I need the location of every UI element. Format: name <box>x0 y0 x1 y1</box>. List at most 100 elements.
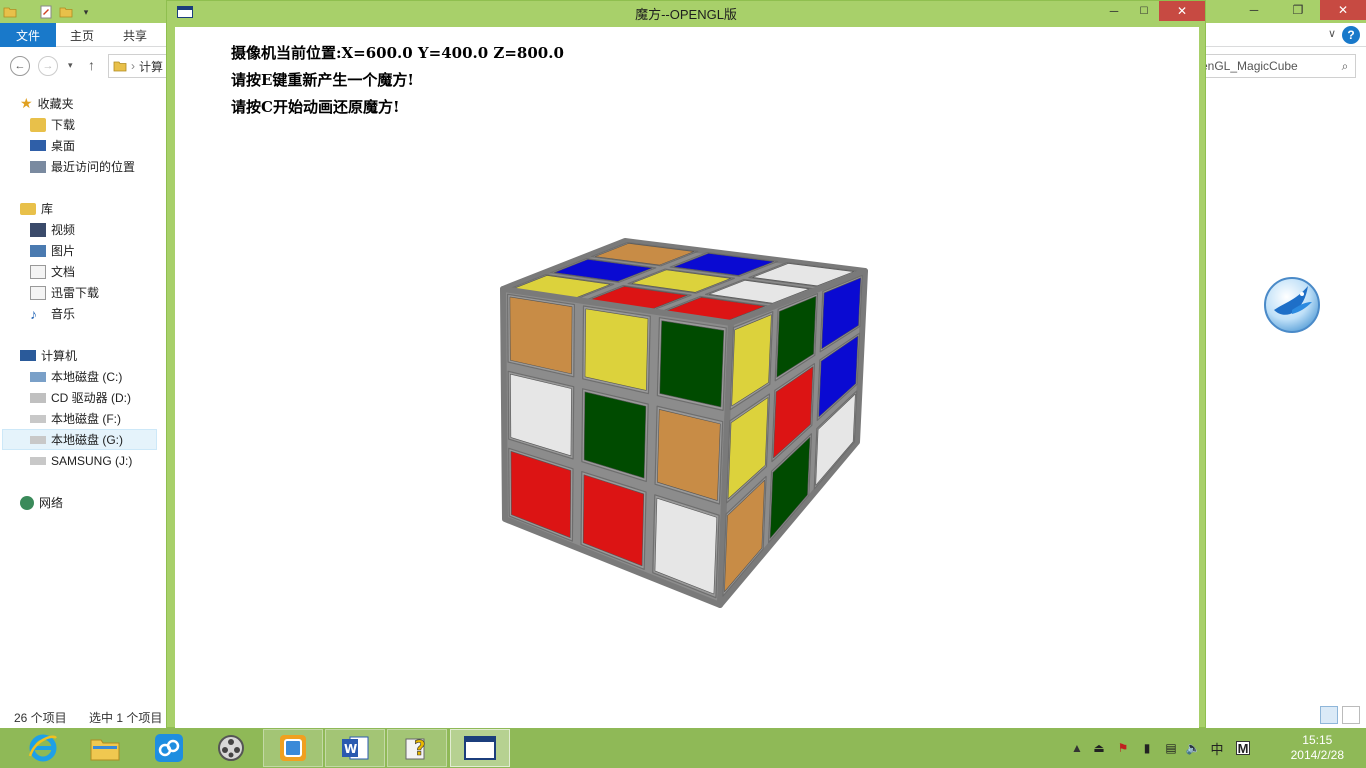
file-explorer-icon[interactable] <box>75 729 135 767</box>
document-icon <box>30 264 46 279</box>
nav-item-pictures[interactable]: 图片 <box>30 240 75 261</box>
nav-label: 桌面 <box>51 139 76 153</box>
nav-item-documents[interactable]: 文档 <box>30 261 75 282</box>
nav-item-drive-d[interactable]: CD 驱动器 (D:) <box>30 387 131 408</box>
details-view-icon[interactable] <box>1320 706 1338 724</box>
nav-label: 下载 <box>51 118 76 132</box>
minimize-button[interactable]: ─ <box>1232 0 1276 20</box>
ime-indicator[interactable]: 中 <box>1210 741 1224 757</box>
nav-item-drive-c[interactable]: 本地磁盘 (C:) <box>30 366 122 387</box>
download-folder-icon <box>30 117 46 132</box>
large-icons-view-icon[interactable] <box>1342 706 1360 724</box>
tab-home[interactable]: 主页 <box>70 23 94 47</box>
star-icon: ★ <box>20 95 33 111</box>
video-icon <box>30 222 46 237</box>
opengl-window: 魔方--OPENGL版 ─ ☐ ✕ 摄像机当前位置:X=600.0 Y=400.… <box>166 0 1206 729</box>
network-icon <box>20 495 34 510</box>
internet-explorer-icon[interactable] <box>13 729 73 767</box>
nav-item-recent[interactable]: 最近访问的位置 <box>30 156 135 177</box>
nav-label: SAMSUNG (J:) <box>51 453 133 468</box>
help-icon[interactable]: ? <box>387 729 447 767</box>
nav-item-thunder-downloads[interactable]: 迅雷下载 <box>30 282 99 303</box>
nav-label: 网络 <box>39 496 64 510</box>
nav-label: 库 <box>41 202 54 216</box>
safely-remove-hardware-icon[interactable]: ⏏ <box>1092 741 1106 755</box>
up-arrow-icon[interactable]: ↑ <box>88 57 95 73</box>
nav-label: 计算机 <box>41 349 78 363</box>
forward-button[interactable]: → <box>38 56 58 76</box>
window-manager-icon[interactable] <box>263 729 323 767</box>
back-button[interactable]: ← <box>10 56 30 76</box>
download-folder-icon <box>30 285 46 300</box>
nav-label: 视频 <box>51 223 76 237</box>
close-button[interactable]: ✕ <box>1159 1 1205 21</box>
nav-label: 文档 <box>51 265 76 279</box>
nav-computer[interactable]: 计算机 <box>20 345 77 366</box>
nav-item-music[interactable]: ♪ 音乐 <box>30 303 75 324</box>
nav-item-downloads[interactable]: 下载 <box>30 114 75 135</box>
opengl-window-controls: ─ ☐ ✕ <box>1099 1 1205 21</box>
chevron-down-icon[interactable]: ∨ <box>1328 27 1336 40</box>
nav-libraries[interactable]: 库 <box>20 198 53 219</box>
close-button[interactable]: ✕ <box>1320 0 1366 20</box>
computer-icon <box>20 350 36 361</box>
nav-item-drive-g[interactable]: 本地磁盘 (G:) <box>2 429 157 450</box>
nav-label: 本地磁盘 (C:) <box>51 370 123 384</box>
nav-label: 迅雷下载 <box>51 286 100 300</box>
folder-icon[interactable] <box>2 4 18 20</box>
battery-icon[interactable]: ▮ <box>1140 741 1154 755</box>
search-icon[interactable]: ⌕ <box>1335 59 1355 74</box>
ime-mode-indicator[interactable]: M <box>1236 741 1250 756</box>
show-hidden-icons-icon[interactable]: ▲ <box>1070 741 1084 755</box>
sticker-left-0-0 <box>509 296 573 375</box>
new-folder-icon[interactable] <box>58 4 74 20</box>
folder-icon <box>113 61 127 72</box>
search-input[interactable]: enGL_MagicCube ⌕ <box>1200 54 1356 78</box>
action-center-icon[interactable]: ⚑ <box>1116 741 1130 755</box>
nav-item-drive-j[interactable]: SAMSUNG (J:) <box>30 450 132 471</box>
restore-button[interactable]: ❐ <box>1276 0 1320 20</box>
volume-icon[interactable]: 🔈 <box>1186 741 1201 755</box>
opengl-app-taskbar-icon[interactable] <box>450 729 510 767</box>
item-count: 26 个项目 <box>14 711 67 725</box>
nav-label: 本地磁盘 (F:) <box>51 412 121 426</box>
picture-icon <box>30 244 46 257</box>
maximize-button[interactable]: ☐ <box>1129 1 1159 21</box>
tab-share[interactable]: 共享 <box>123 23 147 47</box>
kingsoft-bird-icon[interactable] <box>1262 272 1324 334</box>
hard-drive-icon <box>30 435 46 444</box>
tab-file[interactable]: 文件 <box>0 23 56 47</box>
rubiks-cube[interactable] <box>175 27 1199 729</box>
explorer-window-controls: ─ ❐ ✕ <box>1232 0 1366 23</box>
cd-drive-icon <box>30 392 46 403</box>
hard-drive-icon <box>30 456 46 465</box>
customize-toolbar-icon[interactable]: ▾ <box>78 4 94 20</box>
minimize-button[interactable]: ─ <box>1099 1 1129 21</box>
help-icon[interactable]: ? <box>1342 26 1360 44</box>
svg-text:?: ? <box>414 736 426 760</box>
clock[interactable]: 15:15 2014/2/28 <box>1291 733 1344 763</box>
nav-favorites[interactable]: ★ 收藏夹 <box>20 93 74 114</box>
navigation-pane: ★ 收藏夹 下载 桌面 最近访问的位置 库 视频 图片 文档 迅雷下载 ♪ 音乐… <box>0 88 166 698</box>
quick-access-toolbar: ▾ <box>0 2 94 22</box>
window-title: 魔方--OPENGL版 <box>635 7 737 22</box>
nav-item-drive-f[interactable]: 本地磁盘 (F:) <box>30 408 121 429</box>
nav-item-videos[interactable]: 视频 <box>30 219 75 240</box>
word-icon[interactable]: W <box>325 729 385 767</box>
nav-label: 最近访问的位置 <box>51 160 136 174</box>
properties-icon[interactable] <box>38 4 54 20</box>
media-player-icon[interactable] <box>201 729 261 767</box>
cloud-sync-icon[interactable] <box>139 729 199 767</box>
network-icon[interactable]: ▤ <box>1164 741 1178 755</box>
nav-item-desktop[interactable]: 桌面 <box>30 135 75 156</box>
opengl-canvas[interactable]: 摄像机当前位置:X=600.0 Y=400.0 Z=800.0 请按E键重新产生… <box>175 27 1199 729</box>
music-icon: ♪ <box>30 305 37 322</box>
clock-date: 2014/2/28 <box>1290 748 1344 762</box>
nav-label: 图片 <box>51 244 76 258</box>
nav-label: 收藏夹 <box>37 97 74 111</box>
nav-network[interactable]: 网络 <box>20 492 63 513</box>
nav-label: CD 驱动器 (D:) <box>51 391 131 405</box>
recent-locations-icon[interactable]: ▾ <box>68 60 73 71</box>
opengl-titlebar[interactable]: 魔方--OPENGL版 ─ ☐ ✕ <box>167 1 1205 25</box>
system-tray: ▲ ⏏ ⚑ ▮ ▤ 🔈 中 M 15:15 2014/2/28 <box>1066 728 1366 768</box>
